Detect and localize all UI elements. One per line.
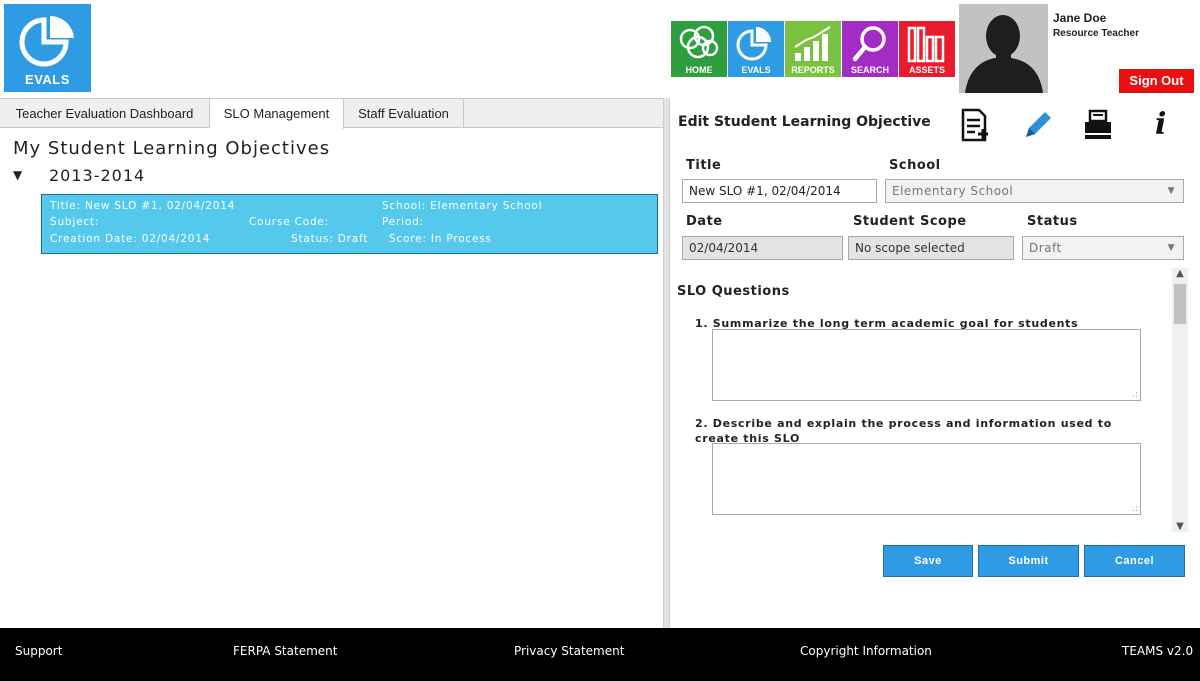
nav-reports-label: REPORTS xyxy=(791,65,835,75)
scrollbar-thumb[interactable] xyxy=(1174,284,1186,324)
nav-home[interactable]: HOME xyxy=(671,21,727,77)
submit-button[interactable]: Submit xyxy=(978,545,1079,577)
footer-copyright-link[interactable]: Copyright Information xyxy=(800,644,932,658)
info-icon[interactable]: i xyxy=(1155,108,1166,142)
reports-bar-chart-icon xyxy=(794,26,831,61)
slo-item-period: Period: xyxy=(382,216,424,228)
footer-privacy-link[interactable]: Privacy Statement xyxy=(514,644,624,658)
search-icon xyxy=(852,26,886,62)
panel-splitter[interactable] xyxy=(663,98,670,628)
title-label: Title xyxy=(686,158,722,173)
home-globe-icon xyxy=(679,25,719,59)
nav-evals-label: EVALS xyxy=(741,65,771,75)
user-name: Jane Doe xyxy=(1053,11,1107,25)
questions-scrollbar[interactable]: ▲ ▼ xyxy=(1172,268,1188,532)
evals-pie-icon xyxy=(736,27,771,61)
student-scope-field[interactable]: No scope selected xyxy=(848,236,1014,260)
user-silhouette-icon xyxy=(959,4,1048,93)
slo-item-subject: Subject: xyxy=(50,216,100,228)
new-document-icon[interactable] xyxy=(960,108,990,146)
slo-list-item[interactable]: Title: New SLO #1, 02/04/2014 School: El… xyxy=(41,194,658,254)
print-icon[interactable] xyxy=(1082,108,1116,146)
evals-pie-logo-icon xyxy=(19,15,74,67)
footer-support-link[interactable]: Support xyxy=(15,644,62,658)
slo-questions-scroll-area[interactable]: SLO Questions 1. Summarize the long term… xyxy=(671,268,1188,532)
status-select-value: Draft xyxy=(1029,241,1062,255)
slo-item-status: Status: Draft xyxy=(291,233,369,245)
slo-questions-heading: SLO Questions xyxy=(677,284,790,299)
page-title: My Student Learning Objectives xyxy=(13,138,331,159)
scroll-down-icon[interactable]: ▼ xyxy=(1172,521,1188,532)
nav-reports[interactable]: REPORTS xyxy=(785,21,841,77)
slo-item-course-code: Course Code: xyxy=(249,216,330,228)
chevron-down-icon: ▼ xyxy=(1167,243,1175,253)
school-select[interactable]: Elementary School ▼ xyxy=(885,179,1184,203)
assets-books-icon xyxy=(907,26,945,63)
logo-label: EVALS xyxy=(25,72,70,87)
cancel-button[interactable]: Cancel xyxy=(1084,545,1185,577)
slo-item-school: School: Elementary School xyxy=(382,200,543,212)
edit-panel-title: Edit Student Learning Objective xyxy=(678,114,931,130)
date-label: Date xyxy=(686,214,723,229)
edit-pencil-icon[interactable] xyxy=(1021,108,1055,146)
question-2-text: 2. Describe and explain the process and … xyxy=(695,417,1112,445)
tab-teacher-evaluation-dashboard[interactable]: Teacher Evaluation Dashboard xyxy=(0,99,210,128)
footer-version: TEAMS v2.0 xyxy=(1122,644,1194,658)
nav-evals[interactable]: EVALS xyxy=(728,21,784,77)
title-input[interactable]: New SLO #1, 02/04/2014 xyxy=(682,179,877,203)
student-scope-label: Student Scope xyxy=(853,214,967,229)
scroll-up-icon[interactable]: ▲ xyxy=(1172,268,1188,279)
question-1-textarea[interactable]: .: xyxy=(712,329,1141,401)
sign-out-button[interactable]: Sign Out xyxy=(1119,69,1194,93)
save-button[interactable]: Save xyxy=(883,545,973,577)
slo-item-creation-date: Creation Date: 02/04/2014 xyxy=(50,233,211,245)
nav-home-label: HOME xyxy=(685,65,713,75)
status-select[interactable]: Draft ▼ xyxy=(1022,236,1184,260)
chevron-down-icon: ▼ xyxy=(1167,186,1175,196)
tab-staff-evaluation[interactable]: Staff Evaluation xyxy=(344,99,464,128)
slo-item-score: Score: In Process xyxy=(389,233,492,245)
nav-assets-label: ASSETS xyxy=(908,65,945,75)
user-role: Resource Teacher xyxy=(1053,28,1139,39)
footer: Support FERPA Statement Privacy Statemen… xyxy=(0,628,1200,681)
avatar[interactable] xyxy=(959,4,1048,93)
main-tabs: Teacher Evaluation Dashboard SLO Managem… xyxy=(0,98,663,129)
school-label: School xyxy=(889,158,941,173)
nav-assets[interactable]: ASSETS xyxy=(899,21,955,77)
resize-grip-icon[interactable]: .: xyxy=(1132,504,1138,514)
year-collapse-toggle[interactable]: ▼ xyxy=(13,168,22,182)
nav-search[interactable]: SEARCH xyxy=(842,21,898,77)
resize-grip-icon[interactable]: .: xyxy=(1132,390,1138,400)
slo-item-title: Title: New SLO #1, 02/04/2014 xyxy=(50,200,236,212)
question-2-textarea[interactable]: .: xyxy=(712,443,1141,515)
year-label[interactable]: 2013-2014 xyxy=(49,166,145,185)
footer-ferpa-link[interactable]: FERPA Statement xyxy=(233,644,337,658)
nav-search-label: SEARCH xyxy=(850,65,889,75)
evals-logo[interactable]: EVALS xyxy=(4,4,91,92)
date-field[interactable]: 02/04/2014 xyxy=(682,236,843,260)
school-select-value: Elementary School xyxy=(892,184,1014,198)
tab-slo-management[interactable]: SLO Management xyxy=(210,99,344,129)
status-label: Status xyxy=(1027,214,1078,229)
